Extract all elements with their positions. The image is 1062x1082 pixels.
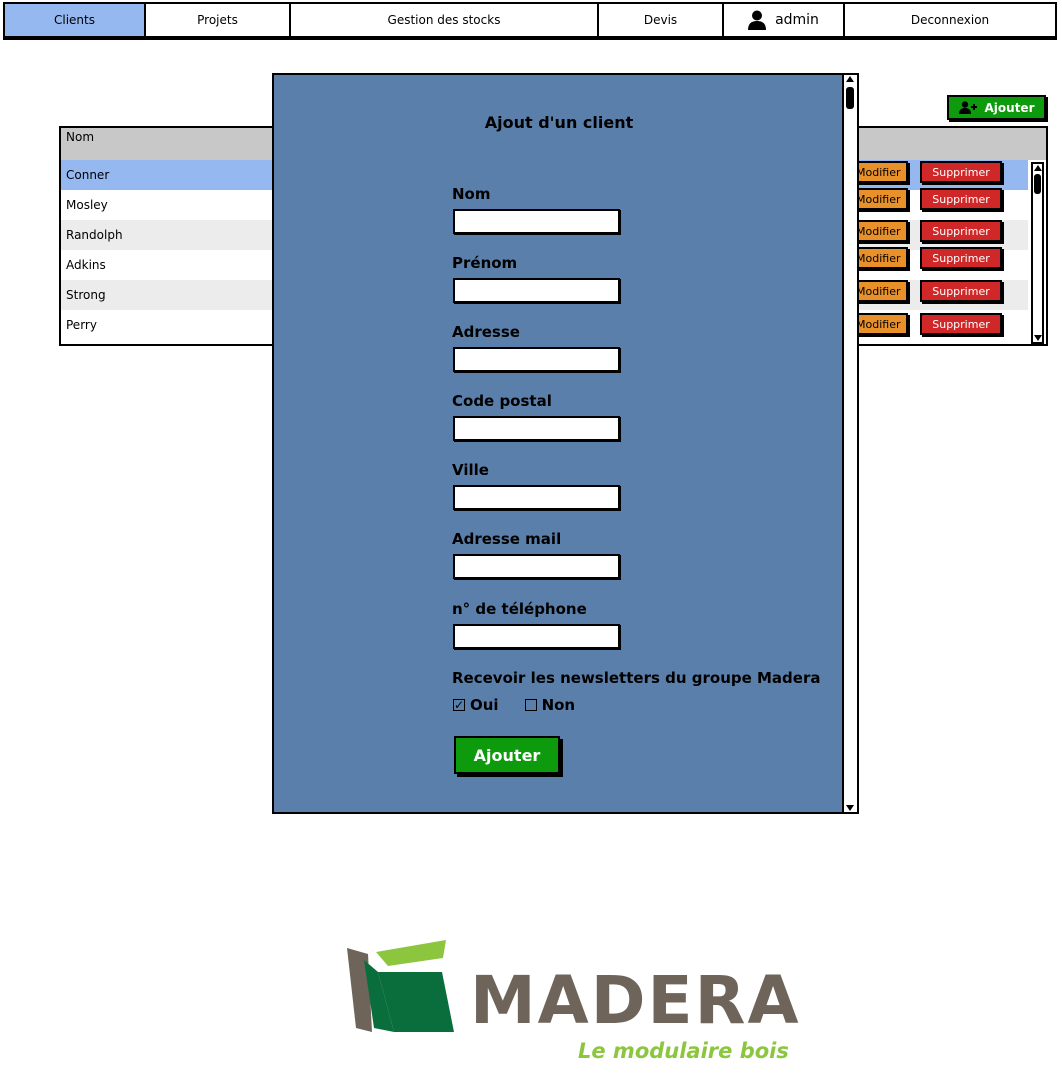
modal-title: Ajout d'un client bbox=[484, 113, 634, 132]
client-name: Conner bbox=[66, 168, 110, 182]
adresse-field[interactable] bbox=[453, 347, 620, 372]
newsletter-label: Recevoir les newsletters du groupe Mader… bbox=[452, 669, 821, 687]
nav-clients[interactable]: Clients bbox=[5, 4, 146, 36]
scroll-up-icon[interactable] bbox=[1034, 165, 1042, 171]
edit-button[interactable]: Modifier bbox=[852, 313, 908, 335]
modal-scrollbar[interactable] bbox=[842, 75, 857, 812]
option-oui[interactable]: ✓ Oui bbox=[453, 696, 499, 714]
label-adresse: Adresse bbox=[452, 323, 520, 341]
label-adresse-mail: Adresse mail bbox=[452, 530, 562, 548]
prenom-field[interactable] bbox=[453, 278, 620, 303]
checkbox-oui[interactable]: ✓ bbox=[453, 699, 465, 711]
checkbox-non[interactable] bbox=[524, 699, 537, 711]
logo-tagline: Le modulaire bois bbox=[578, 1039, 789, 1063]
scroll-down-icon[interactable] bbox=[1034, 335, 1042, 341]
client-name: Randolph bbox=[66, 228, 123, 242]
client-name: Perry bbox=[66, 318, 97, 332]
nav-devis[interactable]: Devis bbox=[599, 4, 724, 36]
label-telephone: n° de téléphone bbox=[452, 600, 587, 618]
column-header-nom: Nom bbox=[66, 130, 95, 144]
user-icon bbox=[748, 10, 767, 30]
option-non[interactable]: Non bbox=[524, 696, 576, 714]
delete-button[interactable]: Supprimer bbox=[920, 161, 1002, 183]
newsletter-options: ✓ Oui Non bbox=[453, 696, 601, 714]
nav-projets[interactable]: Projets bbox=[146, 4, 291, 36]
user-name: admin bbox=[775, 12, 819, 28]
submit-button[interactable]: Ajouter bbox=[454, 736, 560, 774]
scroll-up-icon[interactable] bbox=[846, 76, 854, 82]
nom-field[interactable] bbox=[453, 209, 620, 234]
nav-deconnexion[interactable]: Deconnexion bbox=[845, 4, 1055, 36]
nav-user[interactable]: admin bbox=[724, 4, 845, 36]
label-prenom: Prénom bbox=[452, 254, 518, 272]
scroll-down-icon[interactable] bbox=[846, 805, 854, 811]
client-name: Mosley bbox=[66, 198, 108, 212]
option-oui-label: Oui bbox=[470, 696, 499, 714]
code-postal-field[interactable] bbox=[453, 416, 620, 441]
edit-button[interactable]: Modifier bbox=[852, 188, 908, 210]
client-name: Adkins bbox=[66, 258, 106, 272]
label-nom: Nom bbox=[452, 185, 491, 203]
nav-gestion-stocks[interactable]: Gestion des stocks bbox=[291, 4, 599, 36]
email-field[interactable] bbox=[453, 554, 620, 579]
logo-wordmark: MADERA bbox=[470, 962, 801, 1039]
edit-button[interactable]: Modifier bbox=[852, 161, 908, 183]
madera-logo-mark-icon bbox=[347, 940, 454, 1032]
add-client-label: Ajouter bbox=[984, 100, 1035, 115]
madera-logo: MADERA Le modulaire bois bbox=[344, 932, 804, 1072]
edit-button[interactable]: Modifier bbox=[852, 247, 908, 269]
add-client-modal: Ajout d'un client Nom Prénom Adresse Cod… bbox=[272, 73, 859, 814]
edit-button[interactable]: Modifier bbox=[852, 280, 908, 302]
edit-button[interactable]: Modifier bbox=[852, 220, 908, 242]
scroll-thumb[interactable] bbox=[1034, 174, 1041, 194]
delete-button[interactable]: Supprimer bbox=[920, 313, 1002, 335]
label-code-postal: Code postal bbox=[452, 392, 552, 410]
telephone-field[interactable] bbox=[453, 624, 620, 649]
scroll-thumb[interactable] bbox=[846, 87, 854, 109]
ville-field[interactable] bbox=[453, 485, 620, 510]
add-client-button[interactable]: Ajouter bbox=[947, 95, 1046, 120]
delete-button[interactable]: Supprimer bbox=[920, 280, 1002, 302]
label-ville: Ville bbox=[452, 461, 489, 479]
add-user-icon bbox=[958, 101, 977, 114]
table-scrollbar[interactable] bbox=[1031, 162, 1044, 344]
delete-button[interactable]: Supprimer bbox=[920, 188, 1002, 210]
delete-button[interactable]: Supprimer bbox=[920, 247, 1002, 269]
top-navigation: Clients Projets Gestion des stocks Devis… bbox=[3, 2, 1057, 38]
delete-button[interactable]: Supprimer bbox=[920, 220, 1002, 242]
option-non-label: Non bbox=[541, 696, 576, 714]
client-name: Strong bbox=[66, 288, 106, 302]
